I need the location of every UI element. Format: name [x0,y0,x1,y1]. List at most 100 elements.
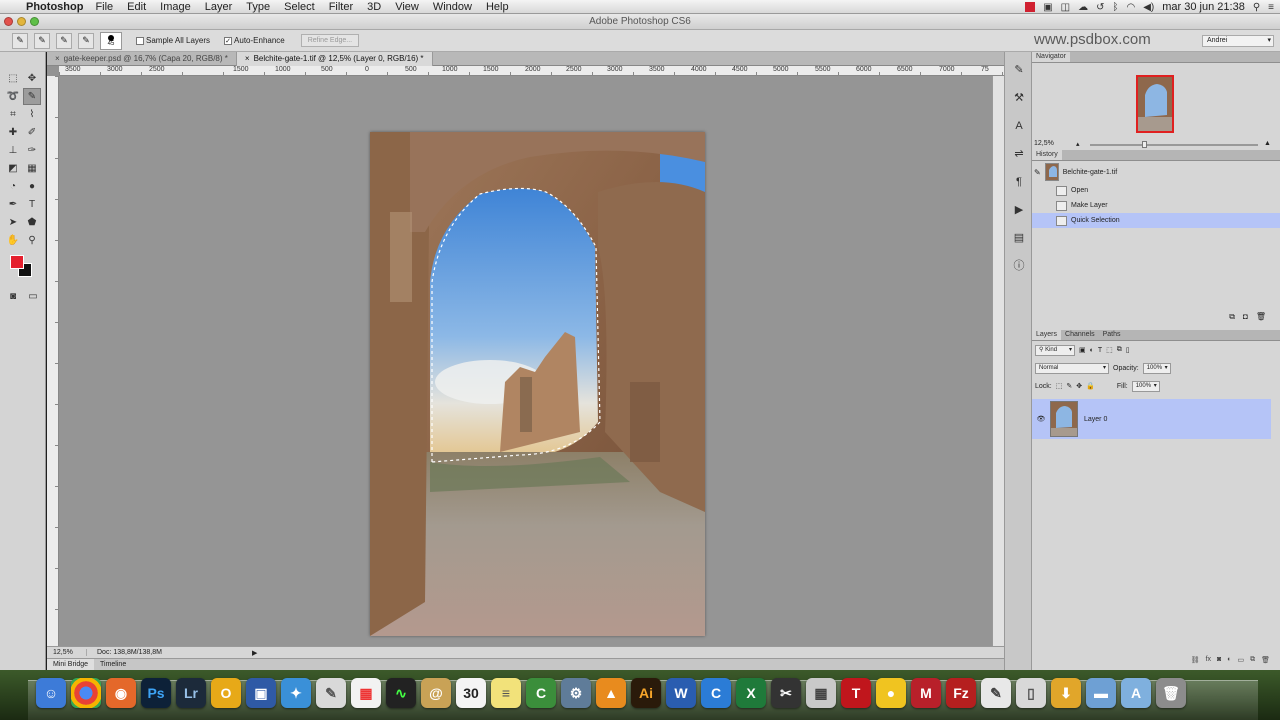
doc-tab-gate-keeper[interactable]: × gate-keeper.psd @ 16,7% (Capa 20, RGB/8… [47,52,237,66]
zoom-tool-icon[interactable]: ⚲ [23,232,41,249]
vertical-ruler[interactable] [47,76,59,646]
layer-name[interactable]: Layer 0 [1084,416,1107,423]
notifications-icon[interactable]: ≡ [1268,2,1274,13]
brush-tool-icon[interactable]: ✐ [23,124,41,141]
screen-mode-icon[interactable]: ▭ [24,288,42,305]
m-app-icon[interactable]: M [911,678,941,708]
marquee-tool-icon[interactable]: ⬚ [4,70,22,87]
menu-view[interactable]: View [395,1,419,13]
filter-toggle-icon[interactable]: ▯ [1126,346,1130,354]
tab-timeline[interactable]: Timeline [94,659,132,670]
canvas-pasteboard[interactable] [59,76,992,646]
layer-thumbnail[interactable] [1050,401,1078,437]
menu-select[interactable]: Select [284,1,315,13]
document-icon[interactable]: ▯ [1016,678,1046,708]
illustrator-icon[interactable]: Ai [631,678,661,708]
create-snapshot-icon[interactable]: ◘ [1243,312,1248,324]
notes-icon[interactable]: ≡ [491,678,521,708]
word-icon[interactable]: W [666,678,696,708]
filter-adjustment-icon[interactable]: ◐ [1090,347,1094,354]
hand-tool-icon[interactable]: ✋ [4,232,22,249]
zoom-level-field[interactable]: 12,5% [47,649,87,656]
time-machine-icon[interactable]: ↺ [1096,2,1104,13]
menu-3d[interactable]: 3D [367,1,381,13]
history-brush-source-icon[interactable]: ✎ [1034,168,1041,177]
outlook-icon[interactable]: O [211,678,241,708]
opacity-field[interactable]: 100% [1142,362,1171,374]
menu-image[interactable]: Image [160,1,191,13]
navigator-zoom-slider[interactable] [1090,141,1258,148]
healing-brush-tool-icon[interactable]: ✚ [4,124,22,141]
menu-file[interactable]: File [95,1,113,13]
quick-mask-icon[interactable]: ◙ [4,288,22,305]
cloud-icon[interactable]: ☁ [1078,2,1088,13]
launchpad-icon[interactable]: ▦ [351,678,381,708]
history-step[interactable]: Make Layer [1032,198,1280,213]
paragraph-panel-icon[interactable]: ¶ [1009,172,1029,192]
clock[interactable]: mar 30 jun 21:38 [1162,1,1245,13]
status-menu-arrow-icon[interactable]: ▶ [252,649,257,657]
layer-style-icon[interactable]: fx [1206,656,1211,668]
volume-icon[interactable]: ◀) [1143,2,1154,13]
character-panel-icon[interactable]: A [1009,116,1029,136]
spotlight-icon[interactable]: ⚲ [1253,2,1260,13]
slider-handle[interactable] [1142,141,1147,148]
tab-channels[interactable]: Channels [1061,330,1099,340]
calendar-note-icon[interactable]: ✎ [981,678,1011,708]
info-icon[interactable]: ⓘ [1009,256,1029,276]
filter-kind-select[interactable]: ⚲ Kind [1035,344,1075,356]
brush-picker[interactable]: 45 [100,31,122,50]
tool-presets-icon[interactable]: ⚒ [1009,88,1029,108]
tab-mini-bridge[interactable]: Mini Bridge [47,659,95,670]
quick-selection-tool-icon[interactable]: ✎ [23,88,41,105]
menu-filter[interactable]: Filter [329,1,353,13]
new-layer-icon[interactable]: ⧉ [1250,656,1255,668]
new-document-from-state-icon[interactable]: ⧉ [1229,312,1235,324]
filter-shape-icon[interactable]: ⬚ [1106,346,1113,354]
menu-window[interactable]: Window [433,1,472,13]
sample-all-layers-checkbox[interactable]: Sample All Layers [136,36,210,45]
filter-smart-object-icon[interactable]: ⧉ [1117,346,1122,354]
adjustments-icon[interactable]: ⇌ [1009,144,1029,164]
path-selection-tool-icon[interactable]: ➤ [4,214,22,231]
menu-edit[interactable]: Edit [127,1,146,13]
close-tab-icon[interactable]: × [55,54,60,63]
type-tool-icon[interactable]: T [23,196,41,213]
actions-icon[interactable]: ▶ [1009,200,1029,220]
document-image[interactable] [370,132,705,636]
move-tool-icon[interactable]: ✥ [23,70,41,87]
recording-icon[interactable] [1025,2,1036,12]
camera-icon[interactable]: ◫ [1061,2,1070,13]
properties-icon[interactable]: ▤ [1009,228,1029,248]
finder-icon[interactable]: ☺ [36,678,66,708]
filter-pixel-icon[interactable]: ▣ [1079,346,1086,354]
workspace-select[interactable]: Andrei [1202,35,1274,47]
tab-history[interactable]: History [1032,150,1062,160]
adjustment-layer-icon[interactable]: ◐ [1227,656,1231,668]
history-step-selected[interactable]: Quick Selection [1032,213,1280,228]
history-step[interactable]: Open [1032,183,1280,198]
navigator-thumbnail[interactable] [1136,75,1174,133]
filter-type-icon[interactable]: T [1098,347,1102,354]
applications-folder-icon[interactable]: A [1121,678,1151,708]
layer-row-layer-0[interactable]: 👁 Layer 0 [1032,399,1271,439]
visibility-eye-icon[interactable]: 👁 [1032,415,1050,423]
close-tab-icon[interactable]: × [245,54,250,63]
new-group-icon[interactable]: ▭ [1237,656,1244,668]
history-brush-tool-icon[interactable]: ✑ [23,142,41,159]
fill-field[interactable]: 100% [1131,380,1160,392]
activity-monitor-icon[interactable]: ∿ [386,678,416,708]
dodge-tool-icon[interactable]: ● [23,178,41,195]
preview-icon[interactable]: ▣ [246,678,276,708]
subtract-from-selection-icon[interactable]: ✎ [78,32,94,49]
link-layers-icon[interactable]: ⛓ [1191,656,1200,668]
c-blue-app-icon[interactable]: C [701,678,731,708]
quick-selection-tool-preset-icon[interactable]: ✎ [12,32,28,49]
bluetooth-icon[interactable]: ᛒ [1113,2,1119,13]
firefox-icon[interactable]: ◉ [106,678,136,708]
downloads-stack-icon[interactable]: ⬇ [1051,678,1081,708]
final-cut-icon[interactable]: ✂ [771,678,801,708]
add-mask-icon[interactable]: ◙ [1217,656,1221,668]
blur-tool-icon[interactable]: ◔ [4,178,22,195]
refine-edge-button[interactable]: Refine Edge... [300,34,360,47]
